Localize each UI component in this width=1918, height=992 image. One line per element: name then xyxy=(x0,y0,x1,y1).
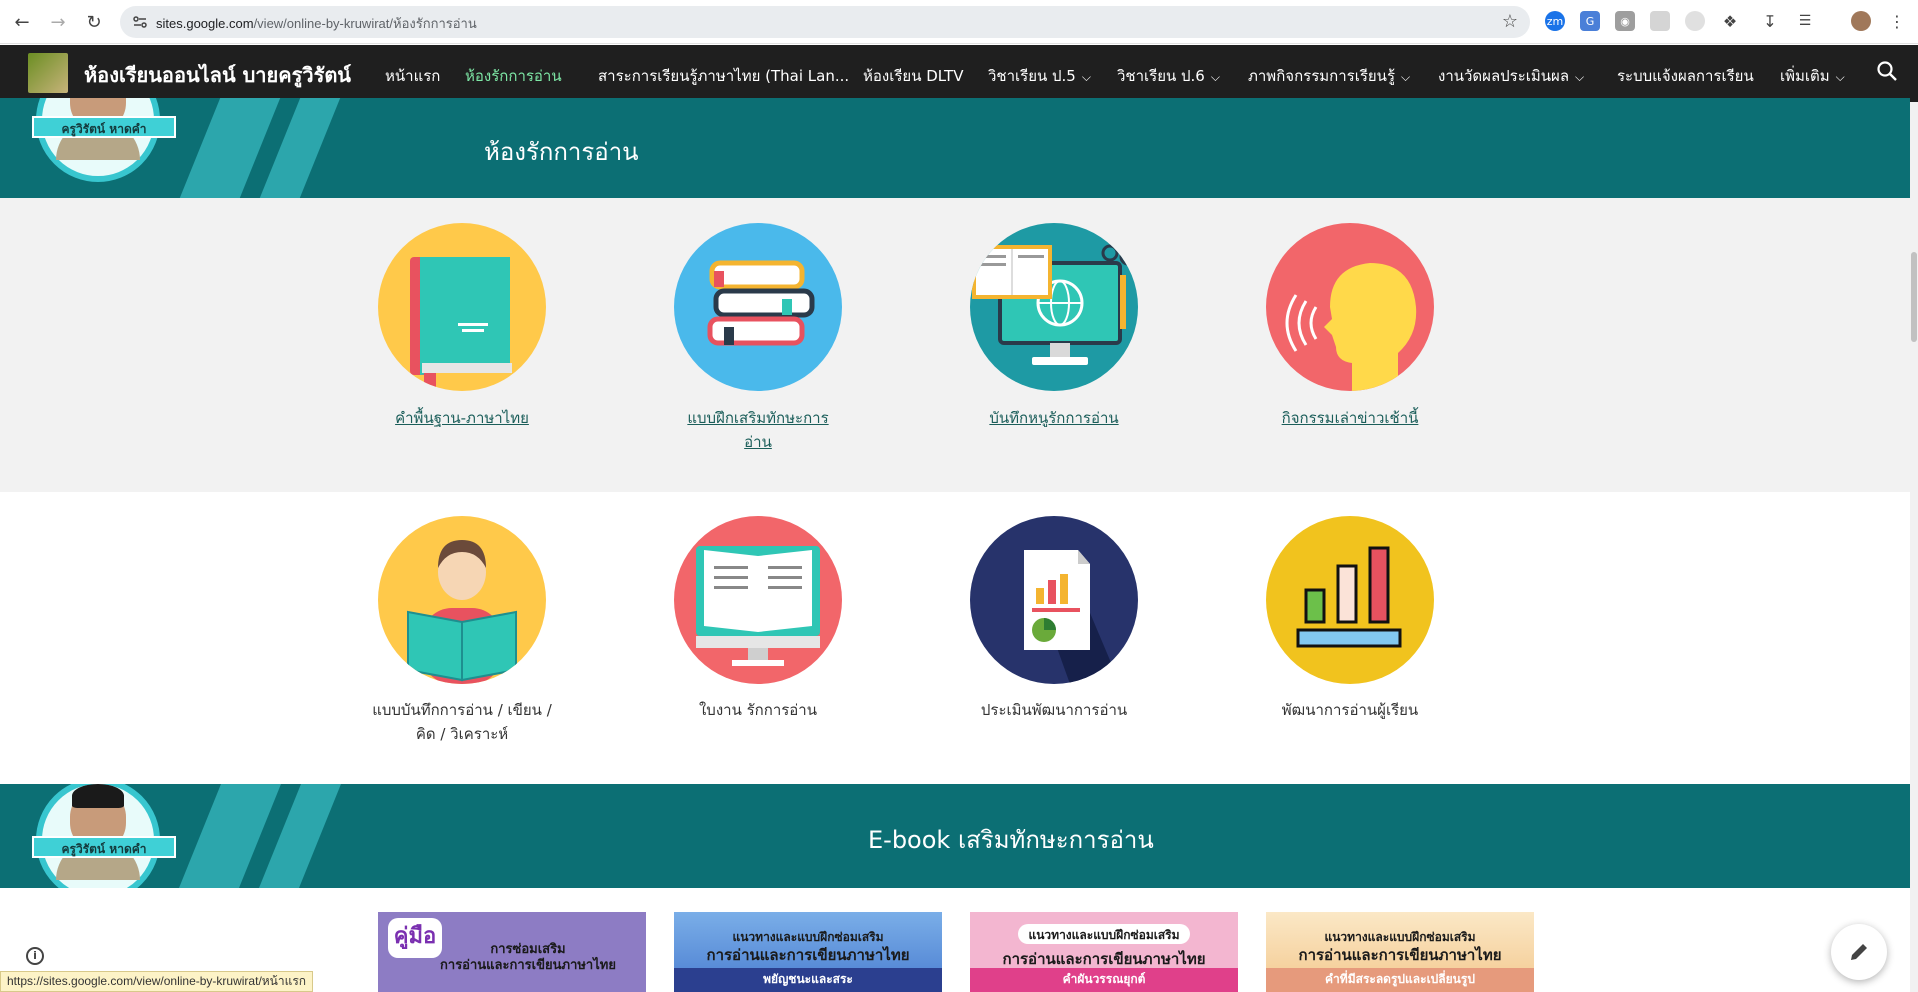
reload-icon[interactable]: ↻ xyxy=(80,8,108,36)
bar-chart-icon[interactable] xyxy=(1266,516,1434,684)
ebook-cover-1[interactable]: คู่มือ การซ่อมเสริม การอ่านและการเขียนภา… xyxy=(378,912,646,992)
tile-label-reading-development[interactable]: พัฒนาการอ่านผู้เรียน xyxy=(1250,698,1450,722)
nav-grade6[interactable]: วิชาเรียน ป.6 ⌵ xyxy=(1117,64,1220,88)
nav-grade-report[interactable]: ระบบแจ้งผลการเรียน xyxy=(1617,64,1754,88)
media-icon[interactable]: ☰ xyxy=(1795,11,1815,31)
cover-strip: พยัญชนะและสระ xyxy=(674,968,942,992)
tile-label-reading-diary[interactable]: บันทึกหนูรักการอ่าน xyxy=(954,406,1154,430)
back-icon[interactable]: ← xyxy=(8,8,36,36)
reading-section-row1 xyxy=(0,198,1910,492)
nav-reading-room[interactable]: ห้องรักการอ่าน xyxy=(465,64,562,88)
zoom-ext-label: zm xyxy=(1546,14,1564,28)
chrome-menu-icon[interactable]: ⋮ xyxy=(1887,11,1907,31)
nav-assessment[interactable]: งานวัดผลประเมินผล ⌵ xyxy=(1438,64,1584,88)
pencil-icon xyxy=(1851,944,1867,960)
badge-hair xyxy=(72,784,124,808)
nav-home[interactable]: หน้าแรก xyxy=(385,64,440,88)
status-url-tooltip: https://sites.google.com/view/online-by-… xyxy=(0,971,314,992)
badge-name: ครูวิรัตน์ หาดคำ xyxy=(32,116,176,138)
circle-extension-icon[interactable] xyxy=(1685,11,1705,31)
cover-subtitle: การอ่านและการเขียนภาษาไทย xyxy=(440,958,616,973)
nav-more-label: เพิ่มเติม xyxy=(1780,67,1830,85)
forward-icon[interactable]: → xyxy=(44,8,72,36)
camera-extension-icon[interactable]: ◉ xyxy=(1615,11,1635,31)
nav-activities-label: ภาพกิจกรรมการเรียนรู้ xyxy=(1248,67,1395,85)
translate-extension-icon[interactable]: G xyxy=(1580,11,1600,31)
banner-title: E-book เสริมทักษะการอ่าน xyxy=(868,826,1154,854)
tile-label-basic-words[interactable]: คำพื้นฐาน-ภาษาไทย xyxy=(362,406,562,430)
search-icon[interactable] xyxy=(1876,60,1900,84)
zoom-extension-icon[interactable]: zm xyxy=(1545,11,1565,31)
address-bar[interactable]: sites.google.com/view/online-by-kruwirat… xyxy=(120,6,1530,38)
ebook-cover-4[interactable]: แนวทางและแบบฝึกซ่อมเสริม การอ่านและการเข… xyxy=(1266,912,1534,992)
nav-grade5[interactable]: วิชาเรียน ป.5 ⌵ xyxy=(988,64,1091,88)
nav-thai-language[interactable]: สาระการเรียนรู้ภาษาไทย (Thai Lan... xyxy=(598,64,849,88)
site-header: ห้องเรียนออนไลน์ บายครูวิรัตน์ หน้าแรก ห… xyxy=(0,45,1918,102)
teacher-badge: ครูวิรัตน์ หาดคำ xyxy=(32,784,176,888)
site-logo[interactable] xyxy=(28,53,68,93)
cover-top: แนวทางและแบบฝึกซ่อมเสริม xyxy=(1028,928,1180,942)
computer-globe-icon[interactable] xyxy=(970,223,1138,391)
tile-label-reading-record[interactable]: แบบบันทึกการอ่าน / เขียน / คิด / วิเคราะ… xyxy=(362,698,562,746)
puzzle-extensions-icon[interactable]: ❖ xyxy=(1720,11,1740,31)
tile-label-worksheet[interactable]: ใบงาน รักการอ่าน xyxy=(658,698,858,722)
edit-pencil-button[interactable] xyxy=(1831,924,1887,980)
teacher-badge: ครูวิรัตน์ หาดคำ xyxy=(32,98,176,182)
site-settings-icon[interactable] xyxy=(132,14,148,30)
ebook-cover-3[interactable]: แนวทางและแบบฝึกซ่อมเสริม การอ่านและการเข… xyxy=(970,912,1238,992)
cover-title: การอ่านและการเขียนภาษาไทย xyxy=(706,946,910,964)
books-stack-icon[interactable] xyxy=(674,223,842,391)
cover-title: การอ่านและการเขียนภาษาไทย xyxy=(1298,946,1502,964)
open-book-monitor-icon[interactable] xyxy=(674,516,842,684)
browser-toolbar: ← → ↻ sites.google.com/view/online-by-kr… xyxy=(0,0,1918,44)
download-icon[interactable]: ↧ xyxy=(1760,11,1780,31)
tile-label-morning-news[interactable]: กิจกรรมเล่าข่าวเช้านี้ xyxy=(1250,406,1450,430)
report-chart-icon[interactable] xyxy=(970,516,1138,684)
cover-strip: คำผันวรรณยุกต์ xyxy=(970,968,1238,992)
tile-label-reading-assessment[interactable]: ประเมินพัฒนาการอ่าน xyxy=(954,698,1154,722)
scrollbar-thumb[interactable] xyxy=(1911,252,1917,342)
chevron-down-icon: ⌵ xyxy=(1210,70,1220,84)
url-path: /view/online-by-kruwirat/ห้องรักการอ่าน xyxy=(253,16,477,31)
url-host: sites.google.com xyxy=(156,16,254,31)
nav-activities[interactable]: ภาพกิจกรรมการเรียนรู้ ⌵ xyxy=(1248,64,1410,88)
reader-icon[interactable] xyxy=(378,516,546,684)
ebook-cover-2[interactable]: แนวทางและแบบฝึกซ่อมเสริม การอ่านและการเข… xyxy=(674,912,942,992)
url-text[interactable]: sites.google.com/view/online-by-kruwirat… xyxy=(156,13,477,34)
info-icon[interactable]: i xyxy=(26,947,44,965)
page-scrollbar[interactable] xyxy=(1910,102,1918,992)
site-title[interactable]: ห้องเรียนออนไลน์ บายครูวิรัตน์ xyxy=(84,59,351,91)
nav-dltv[interactable]: ห้องเรียน DLTV xyxy=(863,64,963,88)
chevron-down-icon: ⌵ xyxy=(1081,70,1091,84)
nav-more[interactable]: เพิ่มเติม ⌵ xyxy=(1780,64,1845,88)
nav-assessment-label: งานวัดผลประเมินผล xyxy=(1438,67,1570,85)
banner-ebook: ครูวิรัตน์ หาดคำ E-book เสริมทักษะการอ่า… xyxy=(0,784,1910,888)
cover-strip: คำที่มีสระลดรูปและเปลี่ยนรูป xyxy=(1266,968,1534,992)
profile-avatar[interactable] xyxy=(1851,11,1871,31)
banner-reading-room: ครูวิรัตน์ หาดคำ ห้องรักการอ่าน xyxy=(0,98,1910,198)
tile-label-reading-exercises[interactable]: แบบฝึกเสริมทักษะการอ่าน xyxy=(683,406,833,454)
chevron-down-icon: ⌵ xyxy=(1575,70,1585,84)
grid-extension-icon[interactable] xyxy=(1650,11,1670,31)
nav-grade5-label: วิชาเรียน ป.5 xyxy=(988,67,1076,85)
chevron-down-icon: ⌵ xyxy=(1401,70,1411,84)
nav-grade6-label: วิชาเรียน ป.6 xyxy=(1117,67,1205,85)
badge-name: ครูวิรัตน์ หาดคำ xyxy=(32,836,176,858)
page: ← → ↻ sites.google.com/view/online-by-kr… xyxy=(0,0,1918,992)
speaking-head-icon[interactable] xyxy=(1266,223,1434,391)
book-icon[interactable] xyxy=(378,223,546,391)
chevron-down-icon: ⌵ xyxy=(1835,70,1845,84)
banner-title: ห้องรักการอ่าน xyxy=(484,138,639,166)
bookmark-star-icon[interactable]: ☆ xyxy=(1502,11,1518,32)
